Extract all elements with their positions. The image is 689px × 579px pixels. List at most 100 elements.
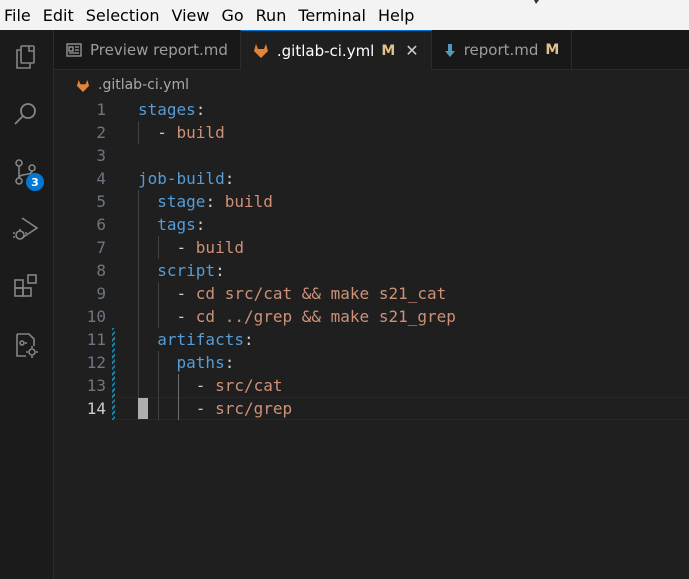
tab-preview-report[interactable]: Preview report.md [54, 30, 241, 70]
line-code: - build [138, 121, 225, 144]
code-line[interactable]: 11 artifacts: [54, 328, 689, 351]
tab-label: report.md [463, 41, 539, 59]
line-number: 5 [96, 192, 106, 211]
yaml-value: build [195, 238, 244, 257]
line-number: 7 [96, 238, 106, 257]
close-icon[interactable]: ✕ [405, 41, 418, 60]
yaml-key: script [157, 261, 216, 280]
yaml-value: cd src/cat && make s21_cat [195, 284, 447, 303]
yaml-key: stage [157, 192, 206, 211]
line-number: 1 [96, 100, 106, 119]
yaml-punctuation: - [157, 123, 177, 142]
activity-bar: 3 [0, 30, 54, 579]
line-code: job-build: [138, 167, 234, 190]
breadcrumb-file[interactable]: .gitlab-ci.yml [98, 77, 189, 93]
yaml-punctuation: - [176, 307, 196, 326]
line-number: 13 [86, 376, 106, 395]
line-code: - src/cat [138, 374, 283, 397]
line-code: - cd ../grep && make s21_grep [138, 305, 456, 328]
line-number: 2 [96, 123, 106, 142]
code-line[interactable]: 8 script: [54, 259, 689, 282]
tab-label: Preview report.md [90, 41, 228, 59]
yaml-punctuation: : [243, 330, 254, 349]
menu-file[interactable]: File [4, 6, 31, 25]
code-line[interactable]: 6 tags: [54, 213, 689, 236]
menu-view[interactable]: View [172, 6, 210, 25]
yaml-key: artifacts [157, 330, 244, 349]
preview-icon [66, 43, 82, 57]
yaml-punctuation: : [205, 192, 225, 211]
line-number: 3 [96, 146, 106, 165]
yaml-key: stages [138, 100, 196, 119]
menu-help[interactable]: Help [378, 6, 414, 25]
line-code: - src/grep [138, 397, 292, 420]
gitlab-icon [253, 43, 269, 58]
menu-bar: File Edit Selection View Go Run Terminal… [0, 0, 689, 30]
menu-edit[interactable]: Edit [43, 6, 74, 25]
extensions-icon[interactable] [8, 268, 44, 304]
menu-go[interactable]: Go [221, 6, 243, 25]
line-number: 4 [96, 169, 106, 188]
editor-tabs: Preview report.md .gitlab-ci.yml M ✕ rep… [54, 30, 689, 70]
line-code: stages: [138, 98, 205, 121]
breadcrumb[interactable]: .gitlab-ci.yml [76, 74, 189, 96]
code-line[interactable]: 4 job-build: [54, 167, 689, 190]
line-code: - build [138, 236, 244, 259]
yaml-value: src/cat [215, 376, 283, 395]
line-code: - cd src/cat && make s21_cat [138, 282, 447, 305]
menu-selection[interactable]: Selection [86, 6, 160, 25]
line-number: 11 [86, 330, 106, 349]
yaml-punctuation: : [195, 215, 206, 234]
line-code: stage: build [138, 190, 273, 213]
yaml-punctuation: - [195, 399, 216, 418]
line-code: tags: [138, 213, 205, 236]
code-line[interactable]: 10 - cd ../grep && make s21_grep [54, 305, 689, 328]
yaml-punctuation: - [195, 376, 216, 395]
gitlab-icon [76, 79, 90, 92]
line-number: 9 [96, 284, 106, 303]
line-number: 10 [86, 307, 106, 326]
yaml-value: build [176, 123, 225, 142]
yaml-punctuation: - [176, 238, 196, 257]
menu-terminal[interactable]: Terminal [298, 6, 366, 25]
yaml-punctuation: : [195, 100, 206, 119]
yaml-punctuation: : [224, 169, 235, 188]
tab-gitlab-ci[interactable]: .gitlab-ci.yml M ✕ [240, 30, 432, 70]
source-control-badge: 3 [26, 173, 44, 191]
code-line[interactable]: 3 [54, 144, 689, 167]
yaml-punctuation: - [176, 284, 196, 303]
search-icon[interactable] [8, 96, 44, 132]
yaml-value: src/grep [215, 399, 293, 418]
code-line[interactable]: 7 - build [54, 236, 689, 259]
code-line[interactable]: 2 - build [54, 121, 689, 144]
run-debug-icon[interactable] [8, 211, 44, 247]
remote-explorer-icon[interactable] [8, 327, 44, 363]
menu-run[interactable]: Run [256, 6, 287, 25]
line-number: 8 [96, 261, 106, 280]
code-line[interactable]: 14 - src/grep [54, 397, 689, 420]
markdown-icon [444, 43, 456, 58]
yaml-key: job-build [138, 169, 225, 188]
modified-indicator: M [545, 42, 560, 58]
line-code: paths: [138, 351, 235, 374]
code-editor[interactable]: 1 stages: 2 - build 3 4 job-build: 5 stage: bu… [54, 97, 689, 579]
tab-label: .gitlab-ci.yml [276, 41, 375, 60]
yaml-key: paths [176, 353, 225, 372]
line-code: artifacts: [138, 328, 254, 351]
yaml-key: tags [157, 215, 196, 234]
code-line[interactable]: 9 - cd src/cat && make s21_cat [54, 282, 689, 305]
code-line[interactable]: 1 stages: [54, 98, 689, 121]
explorer-icon[interactable] [8, 39, 44, 75]
yaml-punctuation: : [224, 353, 235, 372]
code-line[interactable]: 12 paths: [54, 351, 689, 374]
text-cursor [138, 398, 148, 419]
yaml-value: cd ../grep && make s21_grep [195, 307, 456, 326]
code-line[interactable]: 5 stage: build [54, 190, 689, 213]
tab-report-md[interactable]: report.md M [432, 30, 573, 70]
line-number: 12 [86, 353, 106, 372]
line-number: 14 [86, 399, 106, 418]
yaml-value: build [224, 192, 273, 211]
line-number: 6 [96, 215, 106, 234]
yaml-punctuation: : [215, 261, 225, 280]
code-line[interactable]: 13 - src/cat [54, 374, 689, 397]
